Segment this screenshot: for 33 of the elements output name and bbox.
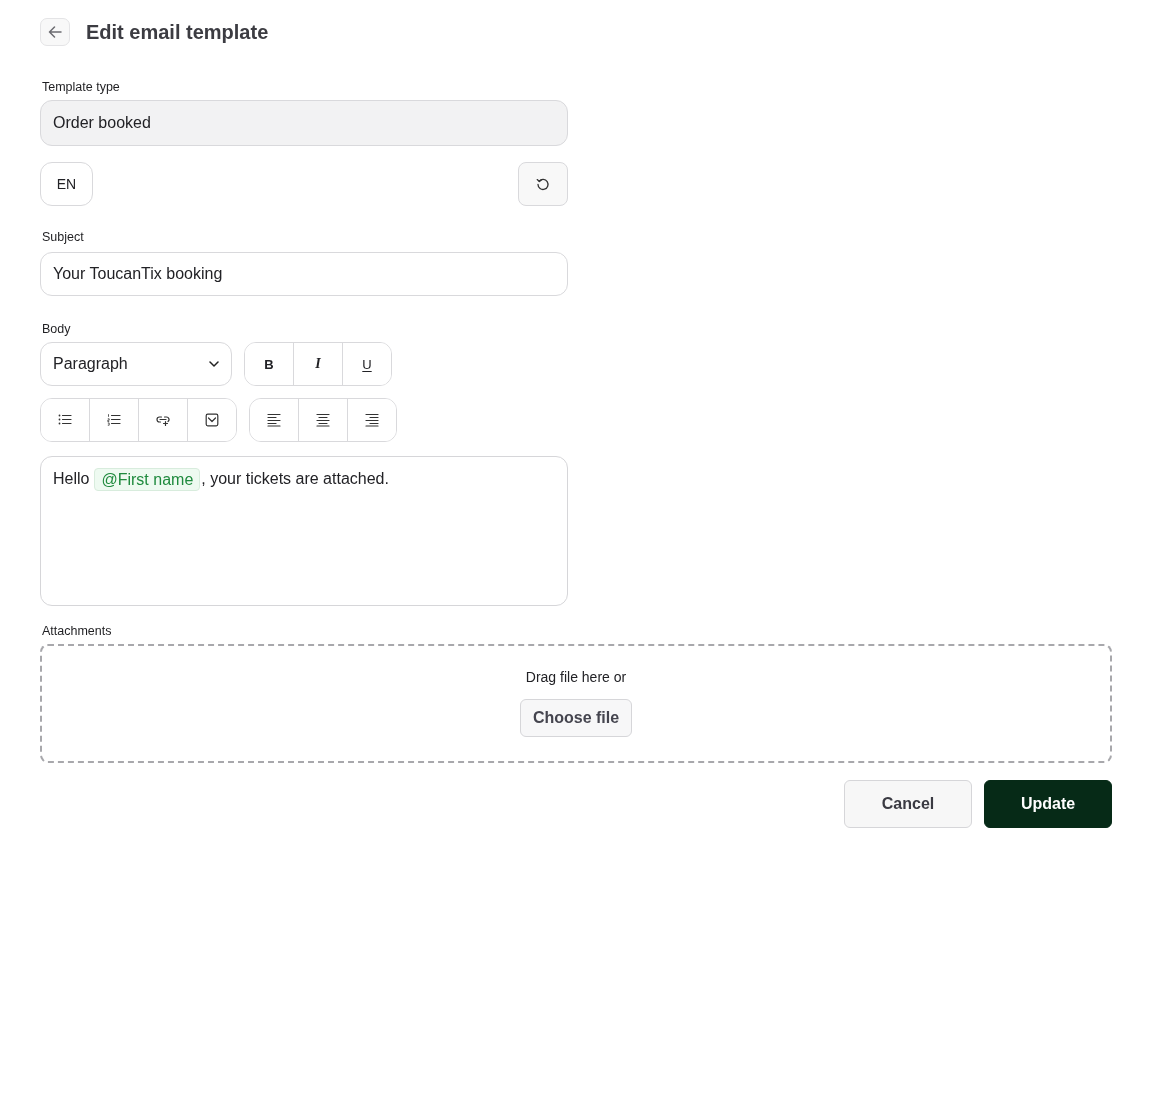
numbered-list-icon (107, 413, 121, 427)
chevron-square-icon (205, 413, 219, 427)
cancel-button[interactable]: Cancel (844, 780, 972, 828)
body-text: , your tickets are attached. (201, 469, 389, 489)
choose-file-button[interactable]: Choose file (520, 699, 632, 737)
body-editor-field[interactable]: Hello @First name , your tickets are attached. (40, 456, 568, 606)
back-button[interactable] (40, 18, 70, 46)
field-label: Subject (42, 229, 84, 245)
language-button[interactable]: EN (40, 162, 93, 206)
field-label: Body (42, 321, 71, 337)
body-text: Hello (53, 469, 90, 489)
dropzone-prompt: Drag file here or (525, 668, 627, 687)
align-left-button[interactable] (250, 399, 299, 441)
template-type-field: Order booked (40, 100, 568, 146)
subject-field[interactable]: Your ToucanTix booking (40, 252, 568, 296)
link-plus-icon (156, 413, 170, 427)
bold-button[interactable]: B (245, 343, 294, 385)
page-title: Edit email template (86, 20, 269, 45)
chevron-down-icon (209, 361, 219, 367)
back-arrow-icon (48, 26, 62, 38)
bullet-list-button[interactable] (41, 399, 90, 441)
file-dropzone[interactable]: Drag file here or Choose file (40, 644, 1112, 763)
align-center-icon (316, 413, 330, 427)
update-button[interactable]: Update (984, 780, 1112, 828)
block-format-select[interactable]: Paragraph (40, 342, 232, 386)
mention-tag[interactable]: @First name (94, 467, 201, 491)
refresh-icon (536, 177, 550, 191)
field-label: Attachments (42, 623, 112, 639)
align-right-icon (365, 413, 379, 427)
align-left-icon (267, 413, 281, 427)
bullet-list-icon (58, 413, 72, 427)
reset-button[interactable] (518, 162, 568, 206)
field-label: Template type (42, 79, 120, 95)
